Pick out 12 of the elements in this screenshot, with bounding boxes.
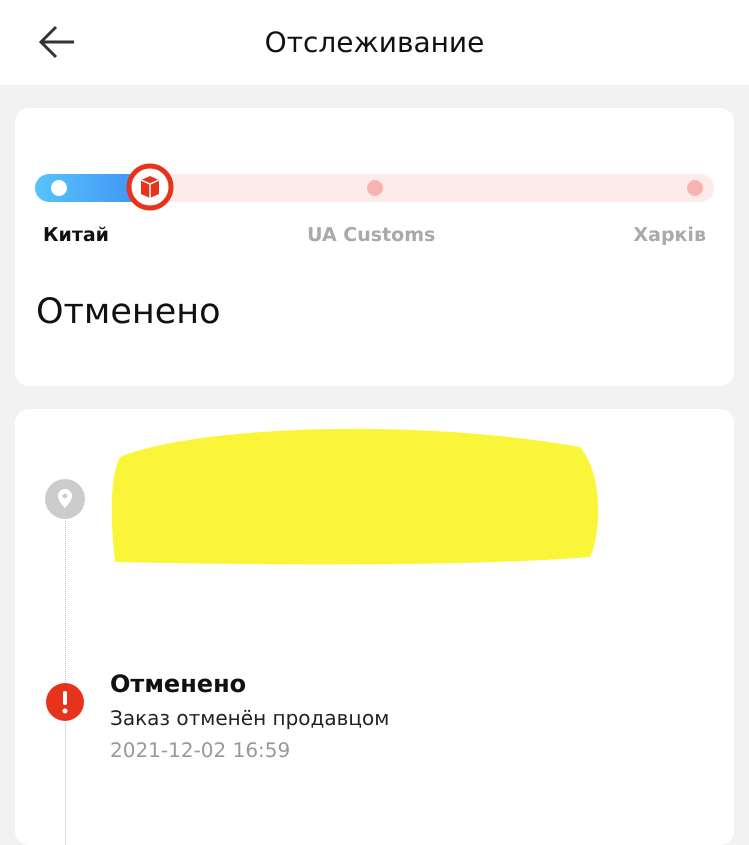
stage-label: UA Customs	[307, 224, 436, 246]
status-text: Отменено	[36, 292, 222, 332]
event-time: 2021-12-02 16:59	[110, 738, 292, 762]
event-description: Заказ отменён продавцом	[110, 706, 390, 730]
parcel-icon	[126, 163, 174, 211]
location-pin-icon	[43, 477, 87, 521]
page-title: Отслеживание	[264, 26, 484, 59]
stage-label: Китай	[43, 224, 109, 246]
back-icon[interactable]	[38, 24, 76, 60]
stage-label: Харків	[633, 224, 706, 246]
event-title: Отменено	[110, 670, 248, 698]
alert-icon	[45, 682, 85, 722]
